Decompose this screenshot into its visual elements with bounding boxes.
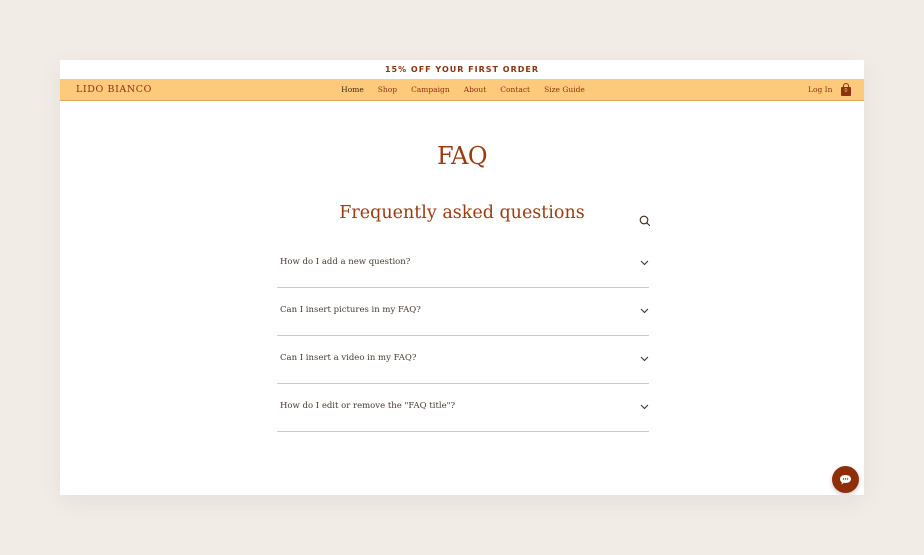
- faq-item[interactable]: How do I add a new question?: [277, 240, 649, 288]
- promo-text: 15% OFF YOUR FIRST ORDER: [384, 65, 540, 74]
- search-button[interactable]: [638, 213, 652, 227]
- faq-question: How do I add a new question?: [280, 257, 411, 267]
- nav-contact[interactable]: Contact: [500, 79, 530, 100]
- chevron-down-icon: [640, 356, 649, 362]
- nav-about[interactable]: About: [464, 79, 487, 100]
- search-icon: [639, 215, 651, 227]
- chat-bubble-icon: [840, 474, 851, 484]
- nav-shop[interactable]: Shop: [378, 79, 397, 100]
- cart-button[interactable]: 0: [841, 83, 851, 96]
- website-frame: 15% OFF YOUR FIRST ORDER LIDO BIANCO Hom…: [60, 60, 864, 495]
- chevron-down-icon: [640, 308, 649, 314]
- promo-banner: 15% OFF YOUR FIRST ORDER: [60, 60, 864, 79]
- nav-size-guide[interactable]: Size Guide: [544, 79, 585, 100]
- page-title: FAQ: [436, 142, 488, 170]
- nav-home[interactable]: Home: [341, 79, 364, 100]
- cart-count: 0: [844, 88, 848, 94]
- faq-question: Can I insert pictures in my FAQ?: [280, 305, 421, 315]
- faq-list: How do I add a new question? Can I inser…: [277, 240, 649, 432]
- nav-campaign[interactable]: Campaign: [411, 79, 450, 100]
- chat-button[interactable]: [832, 466, 859, 493]
- chevron-down-icon: [640, 260, 649, 266]
- main-menu: Home Shop Campaign About Contact Size Gu…: [60, 79, 864, 100]
- faq-item[interactable]: Can I insert pictures in my FAQ?: [277, 288, 649, 336]
- section-heading: Frequently asked questions: [339, 203, 585, 223]
- faq-item[interactable]: Can I insert a video in my FAQ?: [277, 336, 649, 384]
- faq-item[interactable]: How do I edit or remove the "FAQ title"?: [277, 384, 649, 432]
- login-link[interactable]: Log In: [808, 79, 832, 100]
- chevron-down-icon: [640, 404, 649, 410]
- faq-question: How do I edit or remove the "FAQ title"?: [280, 401, 456, 411]
- navigation-bar: LIDO BIANCO Home Shop Campaign About Con…: [60, 79, 864, 101]
- faq-question: Can I insert a video in my FAQ?: [280, 353, 417, 363]
